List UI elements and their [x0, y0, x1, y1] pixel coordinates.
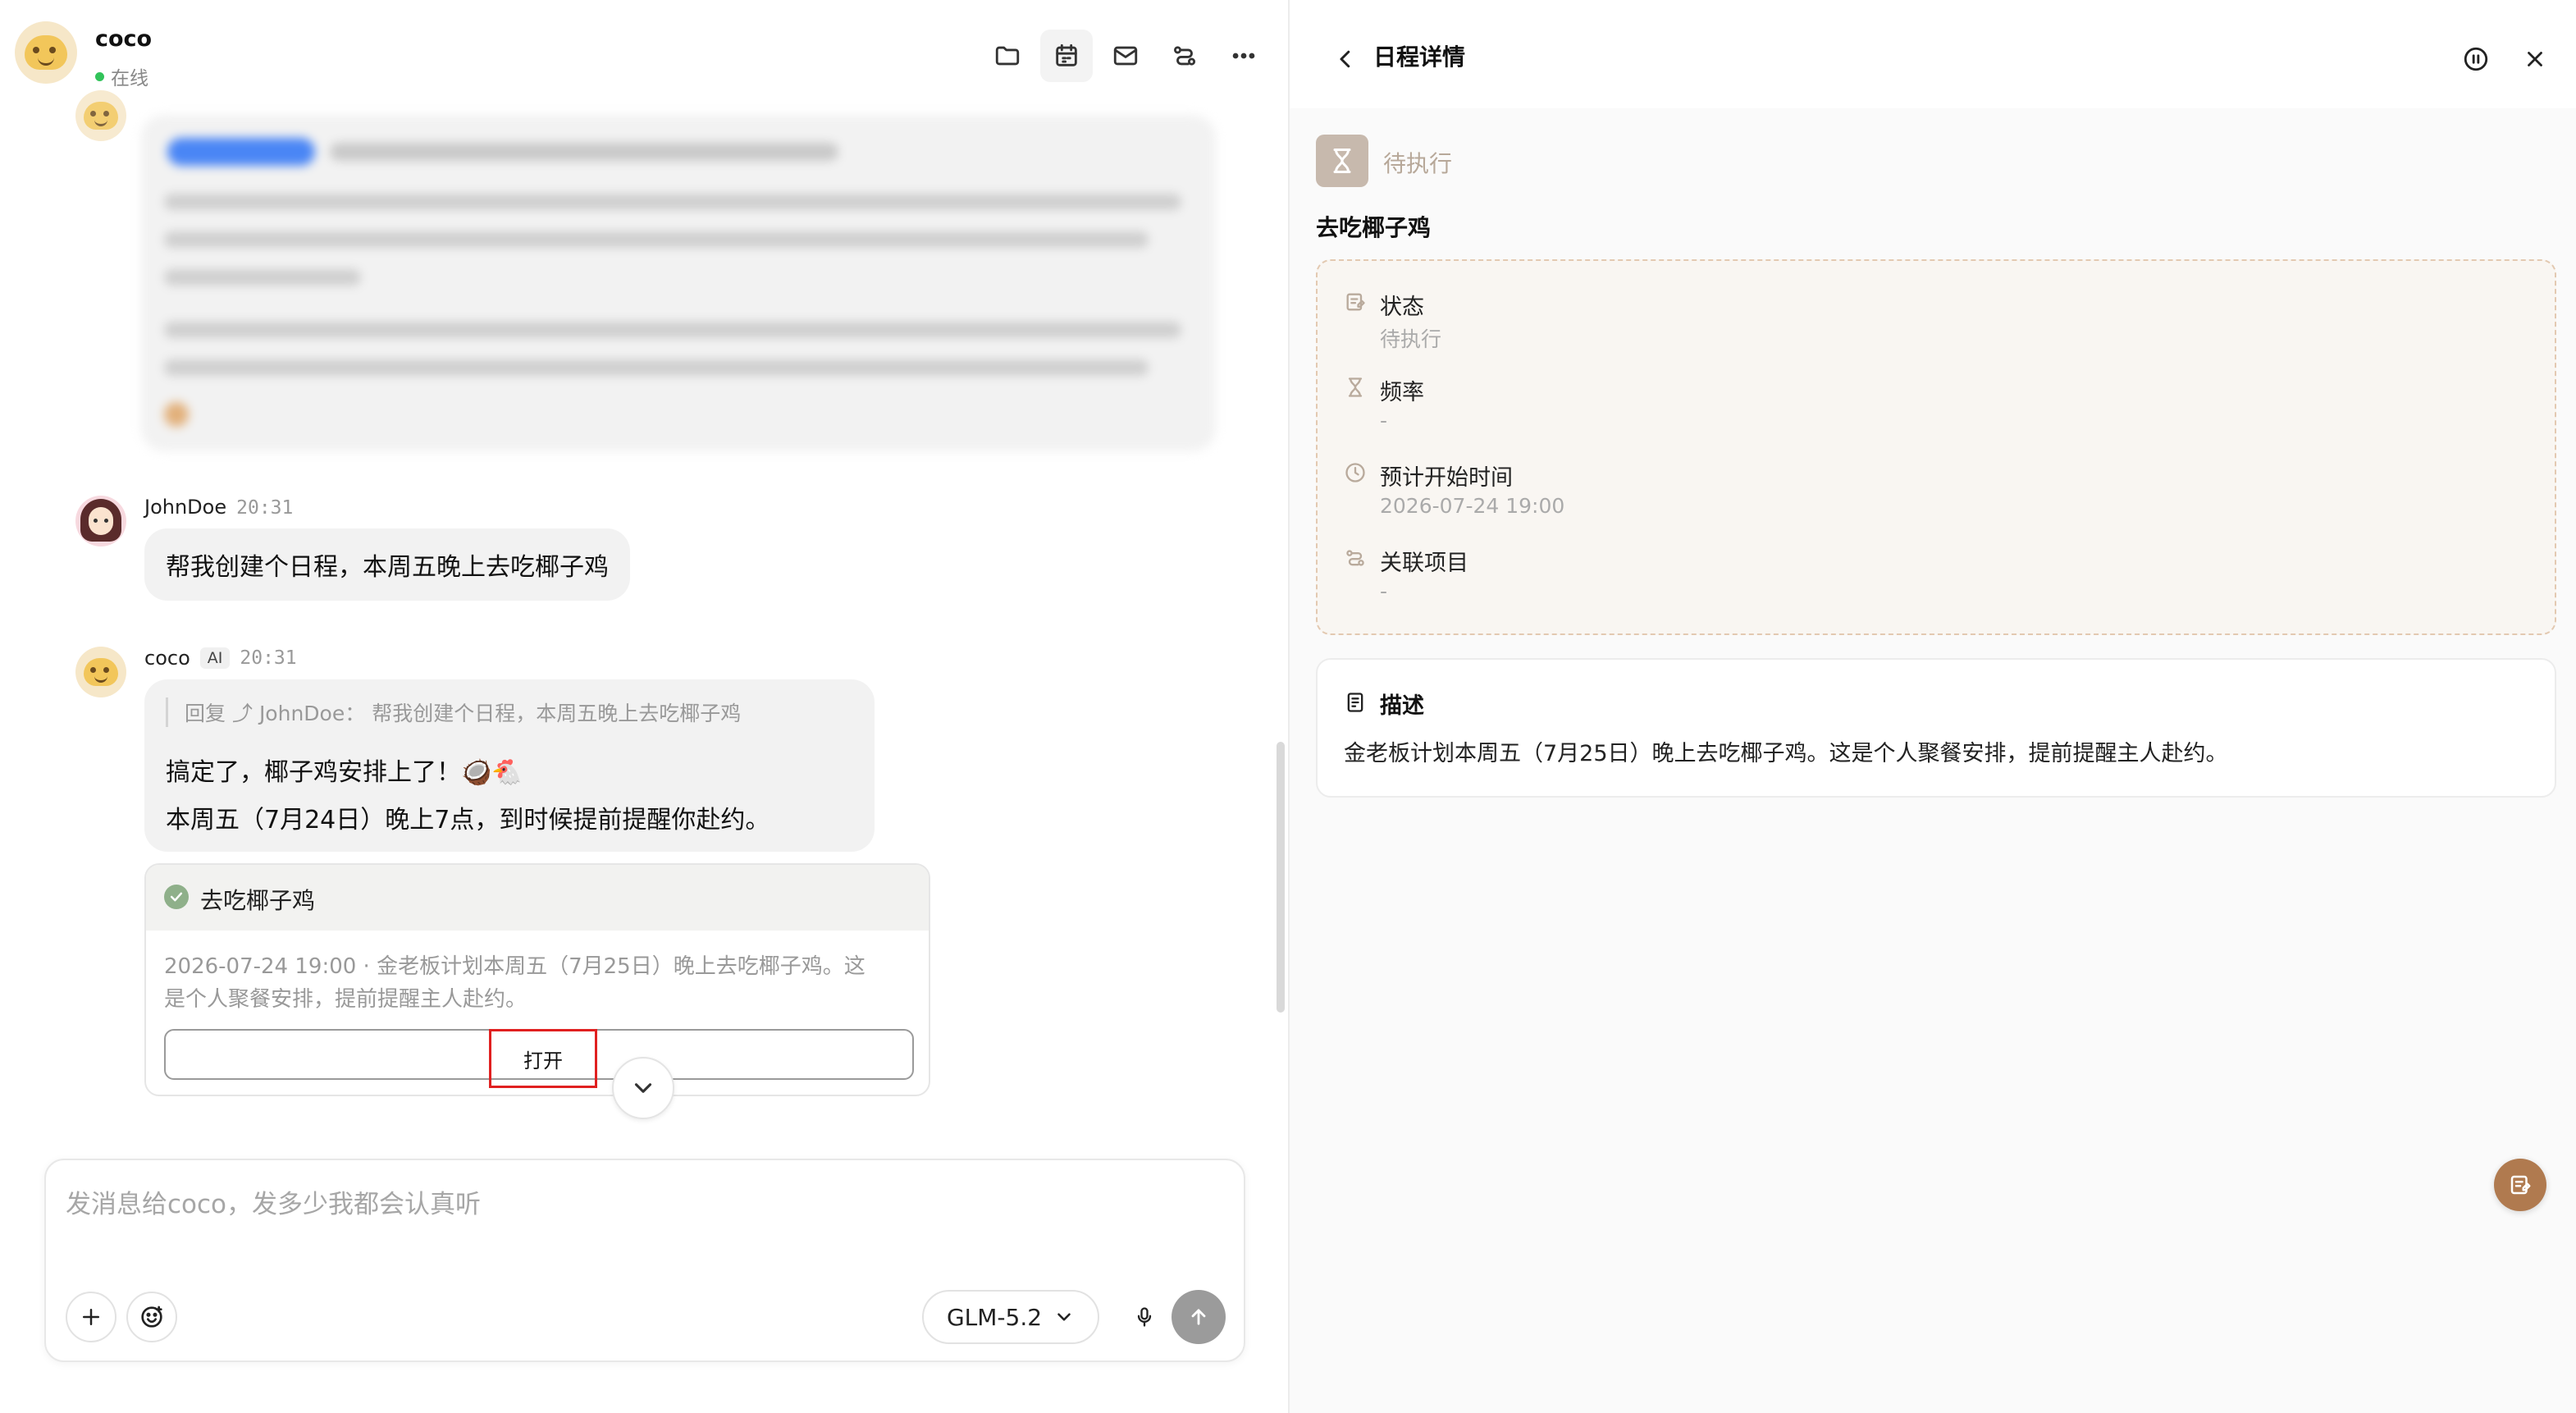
coco-avatar[interactable]	[15, 21, 77, 84]
reply-line-1: 搞定了，椰子鸡安排上了！🥥🐔	[166, 758, 523, 787]
note-fab[interactable]	[2494, 1159, 2546, 1211]
reply-arrow-icon: ⤴	[231, 702, 253, 725]
description-box: 描述 金老板计划本周五（7月25日）晚上去吃椰子鸡。这是个人聚餐安排，提前提醒主…	[1316, 658, 2556, 798]
chat-pane: coco 在线 JohnDoe 20:31 帮我创建个日程，本周五晚上去吃椰子鸡…	[0, 0, 1290, 1413]
chat-scrollbar[interactable]	[1277, 742, 1285, 1013]
card-title: 去吃椰子鸡	[200, 887, 316, 914]
sender-name: JohnDoe	[144, 496, 227, 519]
field-value: 待执行	[1380, 327, 1442, 351]
card-detail-line-2: 是个人聚餐安排，提前提醒主人赴约。	[164, 987, 528, 1012]
online-status: 在线	[95, 62, 148, 90]
chat-title: coco	[95, 26, 153, 52]
quote-prefix: 回复	[185, 702, 226, 725]
send-button[interactable]	[1172, 1290, 1226, 1344]
calendar-icon	[1056, 43, 1077, 66]
online-status-label: 在线	[111, 68, 148, 89]
plus-icon	[83, 1309, 99, 1325]
field-frequency-icon	[1344, 376, 1367, 402]
card-detail: 2026-07-24 19:00 · 金老板计划本周五（7月25日）晚上去吃椰子…	[164, 950, 866, 1016]
card-detail-line-1: 2026-07-24 19:00 · 金老板计划本周五（7月25日）晚上去吃椰子…	[164, 954, 866, 979]
detail-pane: 日程详情 待执行 去吃椰子鸡 状态 待执行 频率 - 预计开始时间 2026-0…	[1290, 0, 2576, 1413]
ai-badge: AI	[199, 647, 231, 669]
workflow-button[interactable]	[1158, 30, 1211, 82]
close-button[interactable]	[2515, 39, 2555, 79]
reply-quote[interactable]: 回复 ⤴ JohnDoe： 帮我创建个日程，本周五晚上去吃椰子鸡	[166, 697, 741, 727]
calendar-button[interactable]	[1040, 30, 1093, 82]
blurred-message	[141, 115, 1216, 451]
status-icon-badge	[1316, 135, 1368, 187]
field-value: -	[1380, 409, 1388, 432]
header-toolbar	[981, 30, 1270, 82]
field-label: 频率	[1380, 380, 1424, 405]
edit-note-icon	[2510, 1175, 2531, 1195]
voice-input-button[interactable]	[1119, 1292, 1170, 1342]
more-button[interactable]	[1217, 30, 1270, 82]
microphone-icon	[1137, 1307, 1152, 1327]
field-start-time-icon	[1344, 461, 1367, 487]
status-label: 待执行	[1383, 150, 1453, 177]
back-button[interactable]	[1327, 41, 1363, 77]
message-time: 20:31	[236, 497, 294, 519]
folder-icon	[995, 46, 1020, 66]
schedule-title: 去吃椰子鸡	[1316, 214, 1432, 241]
quote-text: 帮我创建个日程，本周五晚上去吃椰子鸡	[372, 702, 742, 725]
add-attachment-button[interactable]	[66, 1292, 116, 1342]
message-time: 20:31	[240, 647, 297, 669]
message-text: 帮我创建个日程，本周五晚上去吃椰子鸡	[166, 553, 609, 582]
emoji-button[interactable]	[126, 1292, 177, 1342]
field-status-icon	[1344, 290, 1367, 317]
check-circle-icon	[164, 885, 189, 909]
folder-button[interactable]	[981, 30, 1034, 82]
johndoe-bubble: 帮我创建个日程，本周五晚上去吃椰子鸡	[144, 528, 630, 601]
sender-name: coco	[144, 647, 190, 670]
model-selector[interactable]: GLM-5.2	[922, 1290, 1099, 1344]
mail-button[interactable]	[1099, 30, 1152, 82]
more-icon	[1232, 53, 1255, 59]
coco-avatar-earlier	[75, 90, 126, 141]
model-name: GLM-5.2	[946, 1303, 1043, 1331]
chevron-down-icon	[634, 1083, 652, 1093]
description-icon	[1344, 691, 1367, 717]
reply-line-2: 本周五（7月24日）晚上7点，到时候提前提醒你赴约。	[166, 806, 770, 835]
pause-circle-icon	[2464, 47, 2488, 71]
close-icon	[2528, 52, 2542, 66]
chevron-left-icon	[1340, 50, 1350, 68]
arrow-up-icon	[1191, 1309, 1206, 1325]
description-label: 描述	[1380, 693, 1424, 719]
field-value: -	[1380, 579, 1388, 603]
online-dot	[95, 71, 104, 81]
pause-button[interactable]	[2456, 39, 2496, 79]
coco-avatar-reply[interactable]	[75, 647, 126, 697]
johndoe-meta: JohnDoe 20:31	[144, 496, 293, 519]
detail-header-title: 日程详情	[1373, 43, 1466, 71]
field-project-icon	[1344, 546, 1367, 573]
scroll-to-bottom-button[interactable]	[612, 1057, 674, 1119]
quote-user: JohnDoe：	[258, 702, 366, 725]
open-button[interactable]: 打开	[489, 1029, 597, 1088]
coco-bubble: 回复 ⤴ JohnDoe： 帮我创建个日程，本周五晚上去吃椰子鸡 搞定了，椰子鸡…	[144, 679, 875, 852]
mail-icon	[1113, 46, 1138, 66]
field-label: 预计开始时间	[1380, 465, 1513, 491]
emoji-icon	[141, 1306, 162, 1328]
workflow-icon	[1173, 46, 1196, 66]
field-value: 2026-07-24 19:00	[1380, 494, 1565, 518]
hourglass-icon	[1333, 149, 1351, 173]
message-input[interactable]: 发消息给coco，发多少我都会认真听	[66, 1183, 481, 1220]
description-text: 金老板计划本周五（7月25日）晚上去吃椰子鸡。这是个人聚餐安排，提前提醒主人赴约…	[1344, 741, 2228, 766]
chevron-down-icon	[1057, 1313, 1071, 1321]
field-label: 关联项目	[1380, 551, 1468, 576]
field-label: 状态	[1380, 295, 1424, 320]
schedule-info-box: 状态 待执行 频率 - 预计开始时间 2026-07-24 19:00 关联项目…	[1316, 259, 2556, 635]
coco-meta: coco AI 20:31	[144, 647, 297, 670]
composer: 发消息给coco，发多少我都会认真听 GLM-5.2	[44, 1159, 1245, 1362]
johndoe-avatar[interactable]	[75, 496, 126, 546]
